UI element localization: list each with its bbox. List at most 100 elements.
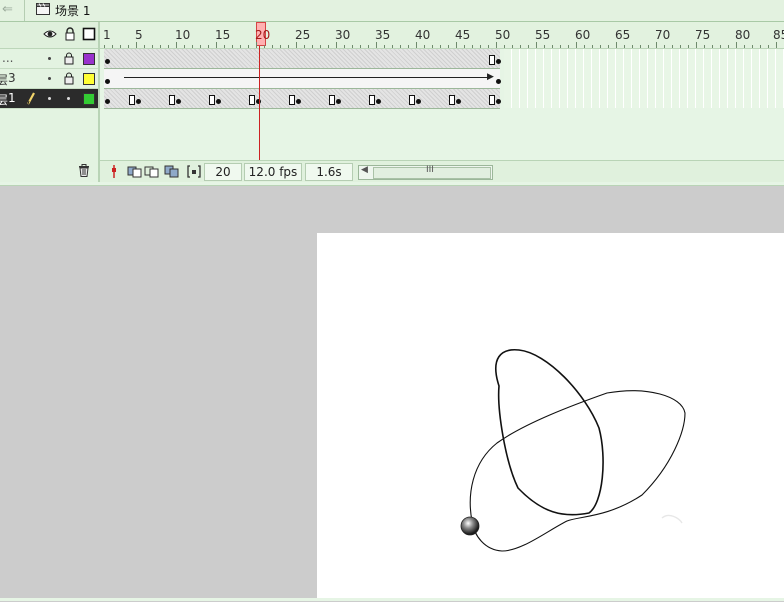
trash-icon[interactable]: [78, 164, 90, 177]
keyframe[interactable]: [496, 79, 501, 84]
panel-divider[interactable]: [0, 182, 784, 186]
ruler-tick: [368, 45, 369, 48]
keyframe-end[interactable]: [329, 95, 335, 105]
ruler-tick: [312, 45, 313, 48]
ruler-tick: [328, 45, 329, 48]
center-frame-icon[interactable]: [106, 164, 122, 179]
ruler-tick: [376, 42, 377, 48]
scroll-thumb[interactable]: III: [373, 165, 491, 179]
ruler-label: 35: [375, 28, 391, 42]
keyframe[interactable]: [496, 99, 501, 104]
scroll-left-icon[interactable]: ◀: [361, 165, 368, 175]
keyframe-end[interactable]: [129, 95, 135, 105]
pencil-icon: [27, 92, 35, 105]
empty-frame-cells[interactable]: [504, 49, 784, 108]
ruler-tick: [176, 42, 177, 48]
ruler-tick: [568, 45, 569, 48]
frame-rate-field[interactable]: 12.0 fps: [244, 163, 302, 181]
ruler-tick: [448, 45, 449, 48]
keyframe[interactable]: [376, 99, 381, 104]
keyframe[interactable]: [296, 99, 301, 104]
keyframe-end[interactable]: [289, 95, 295, 105]
frame-row-1[interactable]: [104, 89, 501, 109]
visibility-dot[interactable]: [48, 77, 51, 80]
layer-color-swatch[interactable]: [83, 93, 95, 105]
ruler-tick: [416, 42, 417, 48]
keyframe[interactable]: [105, 79, 110, 84]
frame-ruler[interactable]: 1 5 10 15 20 25 30 35 40 45 50 55 60 65 …: [100, 22, 784, 49]
ruler-tick: [528, 45, 529, 48]
frame-grid[interactable]: ▶: [100, 49, 784, 111]
stage[interactable]: [317, 233, 784, 599]
lock-dot[interactable]: [67, 97, 70, 100]
onion-skin-icon[interactable]: [127, 164, 143, 179]
modify-onion-markers-icon[interactable]: [186, 164, 202, 179]
back-arrow-icon[interactable]: ⇐: [2, 2, 13, 17]
keyframe[interactable]: [496, 59, 501, 64]
ruler-label: 85: [773, 28, 784, 42]
ruler-tick: [232, 45, 233, 48]
layer-prefix: 层: [0, 73, 9, 87]
keyframe-end[interactable]: [369, 95, 375, 105]
ruler-tick: [648, 45, 649, 48]
ruler-tick: [200, 45, 201, 48]
keyframe-end[interactable]: [249, 95, 255, 105]
keyframe[interactable]: [136, 99, 141, 104]
keyframe[interactable]: [416, 99, 421, 104]
keyframe-end[interactable]: [209, 95, 215, 105]
keyframe-end[interactable]: [489, 95, 495, 105]
scene-label[interactable]: 场景 1: [55, 2, 90, 19]
keyframe[interactable]: [216, 99, 221, 104]
eye-icon[interactable]: [43, 27, 57, 41]
outline-icon[interactable]: [82, 27, 96, 41]
lock-icon[interactable]: [64, 72, 74, 85]
frame-row-3[interactable]: ▶: [104, 69, 501, 89]
ruler-tick: [112, 45, 113, 48]
ruler-tick: [320, 45, 321, 48]
keyframe-end[interactable]: [169, 95, 175, 105]
ruler-tick: [184, 45, 185, 48]
keyframe[interactable]: [105, 99, 110, 104]
elapsed-time-field: 1.6s: [305, 163, 353, 181]
layer-color-swatch[interactable]: [83, 73, 95, 85]
ruler-tick: [464, 45, 465, 48]
ruler-tick: [152, 45, 153, 48]
ruler-tick: [688, 45, 689, 48]
stage-drawing[interactable]: [317, 233, 784, 599]
keyframe[interactable]: [456, 99, 461, 104]
ruler-tick: [104, 45, 105, 48]
ruler-tick: [584, 45, 585, 48]
ball[interactable]: [460, 516, 480, 536]
lock-icon[interactable]: [63, 27, 77, 41]
ruler-tick: [728, 45, 729, 48]
layer-row-top[interactable]: ...: [0, 49, 98, 69]
ruler-tick: [248, 45, 249, 48]
motion-path-loop-vertical[interactable]: [495, 349, 604, 516]
ruler-tick: [752, 45, 753, 48]
current-frame-field[interactable]: 20: [204, 163, 242, 181]
keyframe-end[interactable]: [489, 55, 495, 65]
lock-icon[interactable]: [64, 52, 74, 65]
ruler-tick: [264, 45, 265, 48]
motion-path-loop-horizontal[interactable]: [469, 390, 686, 552]
frame-row-top[interactable]: [104, 49, 501, 69]
keyframe[interactable]: [336, 99, 341, 104]
keyframe[interactable]: [176, 99, 181, 104]
visibility-dot[interactable]: [48, 57, 51, 60]
timeline-scrollbar[interactable]: ◀ III: [358, 165, 493, 180]
layer-row-1[interactable]: 层 1: [0, 89, 98, 109]
ruler-tick: [760, 45, 761, 48]
timeline-status-bar: 20 12.0 fps 1.6s ◀ III: [100, 160, 784, 183]
layer-color-swatch[interactable]: [83, 53, 95, 65]
layer-row-3[interactable]: 层 3: [0, 69, 98, 89]
ruler-label: 70: [655, 28, 671, 42]
keyframe[interactable]: [105, 59, 110, 64]
onion-skin-outline-icon[interactable]: [144, 164, 160, 179]
keyframe-end[interactable]: [409, 95, 415, 105]
ruler-tick: [256, 42, 257, 48]
ruler-tick: [736, 42, 737, 48]
edit-multiple-frames-icon[interactable]: [164, 164, 180, 179]
visibility-dot[interactable]: [48, 97, 51, 100]
keyframe-end[interactable]: [449, 95, 455, 105]
ruler-label: 10: [175, 28, 191, 42]
